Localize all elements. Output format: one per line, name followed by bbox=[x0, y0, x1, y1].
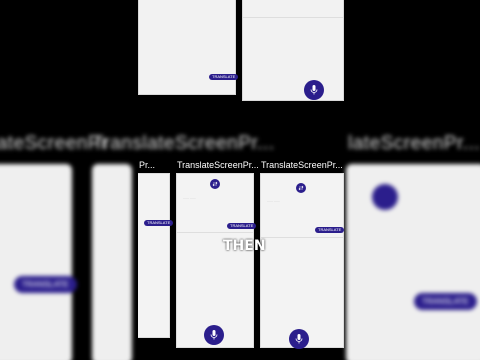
translate-button[interactable]: TRANSLATE bbox=[315, 227, 345, 233]
ghost-card-left bbox=[0, 164, 72, 360]
input-placeholder: —— —— bbox=[183, 196, 196, 200]
top-screenshot-right bbox=[242, 0, 344, 101]
mic-icon bbox=[295, 334, 303, 344]
divider bbox=[261, 237, 343, 238]
ghost-title-left: TranslateScreenPr... bbox=[92, 133, 275, 154]
letterbox-left bbox=[0, 0, 138, 96]
swap-language-button[interactable] bbox=[296, 183, 306, 193]
video-caption: THEN bbox=[223, 238, 266, 254]
input-placeholder: —— —— bbox=[267, 199, 280, 203]
mic-button[interactable] bbox=[289, 329, 309, 349]
screen-title: TranslateScreenPr... bbox=[177, 160, 259, 170]
mic-icon bbox=[310, 85, 318, 95]
divider bbox=[177, 232, 253, 233]
mic-icon bbox=[210, 330, 218, 340]
ghost-translate-button-right: TRANSLATE bbox=[414, 293, 477, 310]
screen-2: —— —— TRANSLATE bbox=[260, 173, 345, 349]
translate-button[interactable]: TRANSLATE bbox=[227, 223, 257, 229]
ghost-translate-button-left: TRANSLATE bbox=[14, 276, 77, 293]
swap-icon bbox=[212, 181, 218, 187]
top-screenshot-left: TRANSLATE bbox=[138, 0, 239, 95]
screen-title-partial: Pr... bbox=[139, 160, 156, 170]
mic-button[interactable] bbox=[304, 80, 324, 100]
screen-title: TranslateScreenPr... bbox=[261, 160, 343, 170]
translate-button[interactable]: TRANSLATE bbox=[144, 220, 174, 226]
ghost-swap-circle bbox=[372, 184, 398, 210]
swap-language-button[interactable] bbox=[210, 179, 220, 189]
divider bbox=[243, 17, 343, 18]
mic-button[interactable] bbox=[204, 325, 224, 345]
translate-button[interactable]: TRANSLATE bbox=[209, 74, 239, 80]
ghost-card-right bbox=[346, 164, 480, 360]
screen-partial: TRANSLATE bbox=[138, 173, 174, 338]
swap-icon bbox=[298, 185, 304, 191]
screen-1: —— —— TRANSLATE bbox=[176, 173, 257, 348]
ghost-card-left-2 bbox=[92, 164, 132, 360]
letterbox-right bbox=[342, 0, 480, 96]
ghost-title-right: lateScreenPr... bbox=[348, 133, 480, 154]
